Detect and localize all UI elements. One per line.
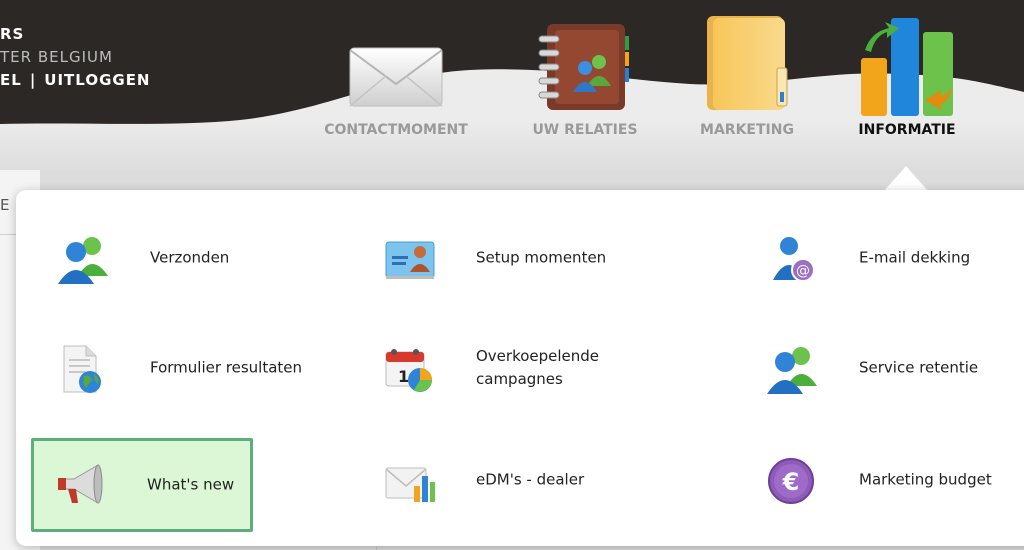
nav-uw-relaties[interactable]: UW RELATIES	[510, 0, 660, 150]
menu-item-e-mail-dekking[interactable]: @ E-mail dekking	[742, 216, 1024, 300]
user-links: EL | UITLOGGEN	[0, 71, 151, 89]
nav-label: INFORMATIE	[858, 122, 956, 138]
calendar-chart-icon: 1	[385, 349, 432, 392]
menu-item-label: Overkoepelende campagnes	[476, 347, 600, 388]
document-globe-icon	[63, 345, 101, 393]
menu-item-marketing-budget[interactable]: € Marketing budget	[742, 438, 1024, 522]
person-email-icon: @	[773, 237, 815, 282]
people-icon	[767, 347, 817, 394]
address-book-icon	[538, 24, 629, 110]
menu-item-setup-momenten[interactable]: Setup momenten	[359, 216, 689, 300]
menu-item-label: Service retentie	[859, 358, 979, 377]
nav-marketing[interactable]: MARKETING	[680, 0, 814, 150]
menu-item-service-retentie[interactable]: Service retentie	[742, 326, 1024, 410]
svg-text:@: @	[796, 263, 810, 279]
menu-item-label: Verzonden	[150, 248, 230, 267]
envelope-icon	[349, 47, 443, 107]
megaphone-icon	[58, 464, 103, 504]
profile-link[interactable]: EL	[0, 71, 22, 89]
folder-icon	[707, 16, 788, 110]
page-strip-text: E	[0, 196, 10, 214]
contact-card-icon	[385, 241, 435, 279]
svg-text:1: 1	[398, 367, 409, 386]
nav-label: UW RELATIES	[532, 122, 638, 138]
logout-link[interactable]: UITLOGGEN	[44, 71, 150, 89]
user-name: RS	[0, 25, 25, 43]
menu-item-whats-new[interactable]: What's new	[31, 438, 253, 532]
top-header: RS TER BELGIUM EL | UITLOGGEN CONTACTMOMEN…	[0, 0, 1024, 170]
user-organisation: TER BELGIUM	[0, 48, 113, 66]
svg-text:€: €	[782, 468, 800, 496]
informatie-dropdown-menu: Verzonden Setup momenten @ E-mail dekkin…	[16, 190, 1024, 546]
bar-chart-icon	[861, 18, 953, 116]
menu-item-overkoepelende-campagnes[interactable]: 1 Overkoepelende campagnes	[359, 326, 689, 410]
people-icon	[58, 237, 108, 284]
nav-label: MARKETING	[700, 122, 794, 138]
link-separator: |	[29, 71, 37, 89]
menu-item-label: Marketing budget	[859, 470, 992, 489]
menu-item-label: Setup momenten	[476, 248, 607, 267]
menu-item-edms-dealer[interactable]: eDM's - dealer	[359, 438, 689, 522]
menu-item-label: What's new	[147, 475, 235, 494]
menu-item-verzonden[interactable]: Verzonden	[33, 216, 363, 300]
menu-item-label: E-mail dekking	[859, 248, 971, 267]
menu-item-label: eDM's - dealer	[476, 470, 585, 489]
nav-label: CONTACTMOMENT	[324, 122, 468, 138]
envelope-chart-icon	[385, 467, 435, 502]
menu-item-label: Formulier resultaten	[150, 358, 303, 377]
nav-contactmoment[interactable]: CONTACTMOMENT	[316, 0, 476, 150]
euro-icon: €	[768, 458, 814, 504]
nav-informatie[interactable]: INFORMATIE	[840, 0, 974, 150]
menu-item-formulier-resultaten[interactable]: Formulier resultaten	[33, 326, 363, 410]
dropdown-pointer	[884, 166, 928, 191]
